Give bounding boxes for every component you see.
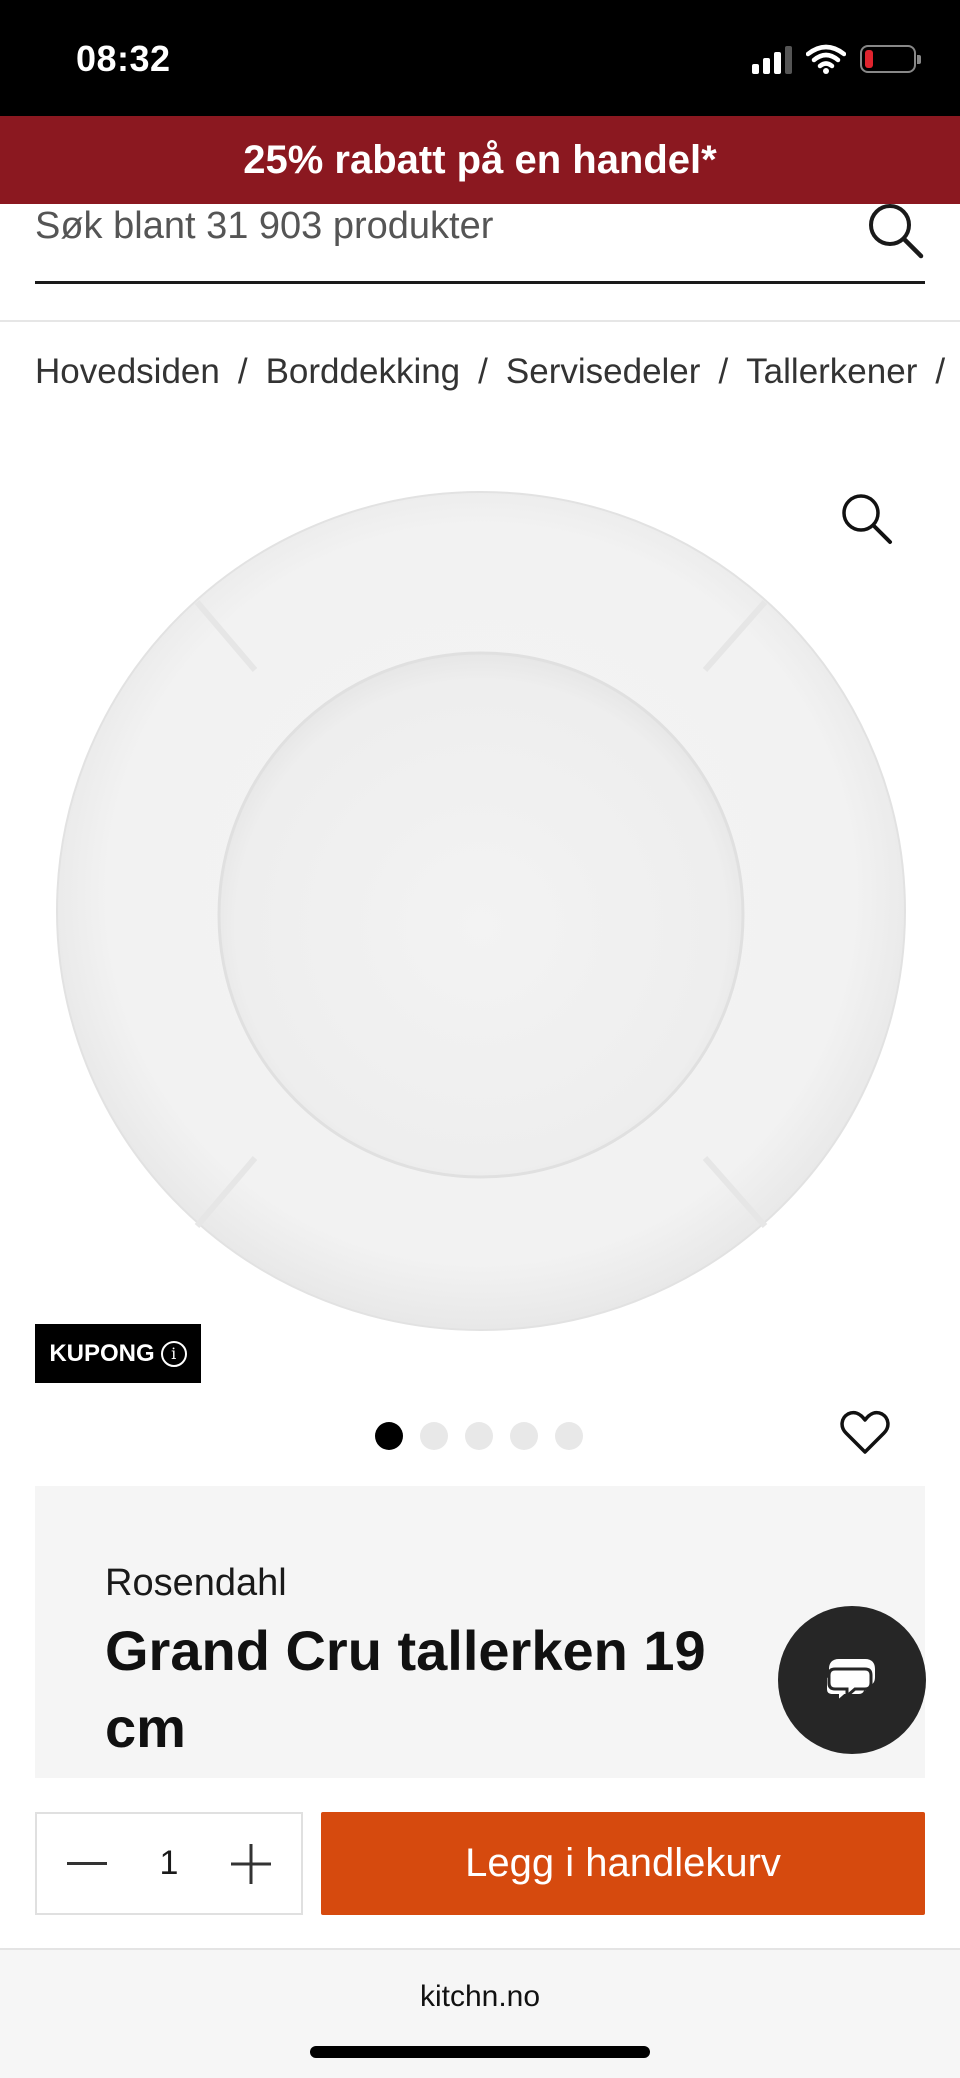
zoom-icon[interactable] xyxy=(838,490,894,546)
chat-button[interactable] xyxy=(778,1606,926,1754)
product-title: Grand Cru tallerken 19 cm xyxy=(105,1619,706,1759)
breadcrumb-item-home[interactable]: Hovedsiden xyxy=(35,352,220,391)
breadcrumb-item-tallerkener[interactable]: Tallerkener xyxy=(746,352,917,391)
quantity-input[interactable] xyxy=(139,1844,199,1883)
home-indicator[interactable] xyxy=(310,2046,650,2058)
product-image[interactable] xyxy=(55,490,907,1332)
heart-icon[interactable] xyxy=(840,1410,890,1456)
carousel-dot[interactable] xyxy=(420,1422,448,1450)
search-input[interactable] xyxy=(35,204,855,248)
breadcrumb-separator: / xyxy=(237,352,248,391)
plus-icon xyxy=(231,1843,271,1884)
add-to-cart-button[interactable]: Legg i handlekurv xyxy=(321,1812,925,1915)
cellular-signal-icon xyxy=(752,44,792,74)
breadcrumb-item-borddekking[interactable]: Borddekking xyxy=(266,352,461,391)
carousel-dot[interactable] xyxy=(555,1422,583,1450)
status-bar: 08:32 xyxy=(0,0,960,116)
header-divider xyxy=(0,320,960,322)
search-bar xyxy=(35,204,925,284)
chat-icon xyxy=(823,1659,875,1705)
breadcrumb: Hovedsiden / Borddekking / Servisedeler / Tall… xyxy=(35,352,960,392)
battery-level xyxy=(865,50,873,68)
browser-url[interactable]: kitchn.no xyxy=(0,1980,960,2014)
quantity-stepper xyxy=(35,1812,303,1915)
info-icon: i xyxy=(160,1340,187,1367)
product-brand[interactable]: Rosendahl xyxy=(105,1562,287,1605)
battery-icon xyxy=(860,45,921,73)
product-info-card: Rosendahl Grand Cru tallerken 19 cm xyxy=(35,1486,925,1778)
status-icons xyxy=(752,44,921,74)
browser-address-bar: kitchn.no xyxy=(0,1948,960,2078)
minus-icon xyxy=(67,1861,107,1865)
carousel-dot[interactable] xyxy=(375,1422,403,1450)
breadcrumb-separator: / xyxy=(935,352,946,391)
image-carousel-dots xyxy=(375,1422,583,1450)
promo-banner[interactable]: 25% rabatt på en handel* xyxy=(0,116,960,204)
breadcrumb-separator: / xyxy=(478,352,488,391)
carousel-dot[interactable] xyxy=(510,1422,538,1450)
status-time: 08:32 xyxy=(76,38,171,79)
search-icon[interactable] xyxy=(865,200,925,260)
increase-quantity-button[interactable] xyxy=(229,1842,273,1886)
coupon-badge[interactable]: KUPONG i xyxy=(35,1324,201,1383)
decrease-quantity-button[interactable] xyxy=(65,1842,109,1886)
breadcrumb-item-servisedeler[interactable]: Servisedeler xyxy=(506,352,701,391)
breadcrumb-separator: / xyxy=(718,352,729,391)
coupon-label: KUPONG xyxy=(49,1339,155,1367)
carousel-dot[interactable] xyxy=(465,1422,493,1450)
wifi-icon xyxy=(806,44,846,74)
